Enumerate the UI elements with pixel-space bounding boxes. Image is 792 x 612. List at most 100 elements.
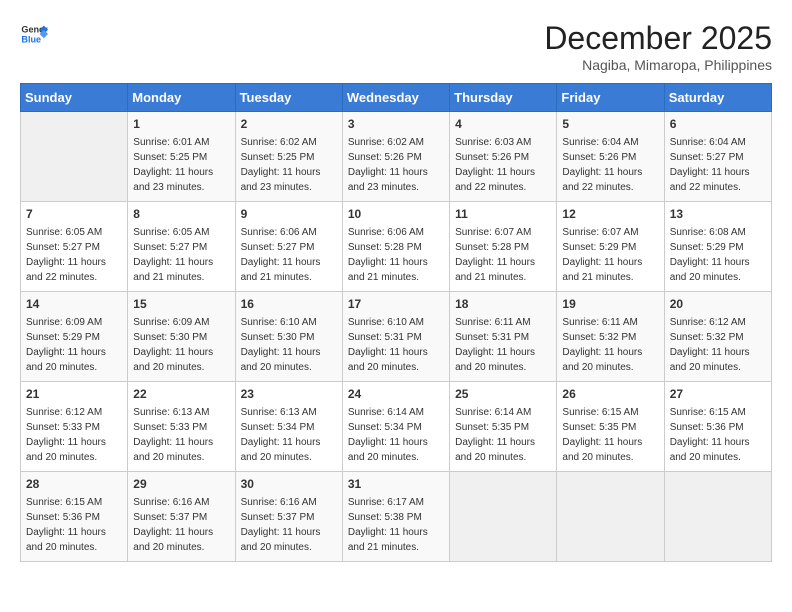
day-number: 14 xyxy=(26,296,122,313)
day-info: Sunrise: 6:11 AM Sunset: 5:32 PM Dayligh… xyxy=(562,317,642,373)
day-info: Sunrise: 6:08 AM Sunset: 5:29 PM Dayligh… xyxy=(670,227,750,283)
calendar-cell: 25 Sunrise: 6:14 AM Sunset: 5:35 PM Dayli… xyxy=(450,382,557,472)
calendar-cell: 27Sunrise: 6:15 AM Sunset: 5:36 PM Dayli… xyxy=(664,382,771,472)
calendar-cell: 9Sunrise: 6:06 AM Sunset: 5:27 PM Daylig… xyxy=(235,202,342,292)
calendar-cell: 8 Sunrise: 6:05 AM Sunset: 5:27 PM Daylig… xyxy=(128,202,235,292)
calendar-cell: 20 Sunrise: 6:12 AM Sunset: 5:32 PM Dayli… xyxy=(664,292,771,382)
calendar-cell: 24 Sunrise: 6:14 AM Sunset: 5:34 PM Dayli… xyxy=(342,382,449,472)
day-info: Sunrise: 6:07 AM Sunset: 5:28 PM Dayligh… xyxy=(455,227,535,283)
weekday-header-thursday: Thursday xyxy=(450,84,557,112)
day-info: Sunrise: 6:16 AM Sunset: 5:37 PM Dayligh… xyxy=(241,497,321,553)
weekday-header-sunday: Sunday xyxy=(21,84,128,112)
day-info: Sunrise: 6:04 AM Sunset: 5:26 PM Dayligh… xyxy=(562,137,642,193)
calendar-cell: 18Sunrise: 6:11 AM Sunset: 5:31 PM Dayli… xyxy=(450,292,557,382)
calendar-cell: 29 Sunrise: 6:16 AM Sunset: 5:37 PM Dayli… xyxy=(128,472,235,562)
calendar-cell: 19 Sunrise: 6:11 AM Sunset: 5:32 PM Dayli… xyxy=(557,292,664,382)
calendar-cell: 10 Sunrise: 6:06 AM Sunset: 5:28 PM Dayli… xyxy=(342,202,449,292)
day-info: Sunrise: 6:09 AM Sunset: 5:30 PM Dayligh… xyxy=(133,317,213,373)
day-info: Sunrise: 6:05 AM Sunset: 5:27 PM Dayligh… xyxy=(133,227,213,283)
day-number: 16 xyxy=(241,296,337,313)
calendar-cell: 13 Sunrise: 6:08 AM Sunset: 5:29 PM Dayli… xyxy=(664,202,771,292)
day-info: Sunrise: 6:10 AM Sunset: 5:31 PM Dayligh… xyxy=(348,317,428,373)
day-number: 13 xyxy=(670,206,766,223)
calendar-cell: 12 Sunrise: 6:07 AM Sunset: 5:29 PM Dayli… xyxy=(557,202,664,292)
day-info: Sunrise: 6:13 AM Sunset: 5:33 PM Dayligh… xyxy=(133,407,213,463)
day-number: 25 xyxy=(455,386,551,403)
calendar-cell: 31 Sunrise: 6:17 AM Sunset: 5:38 PM Dayli… xyxy=(342,472,449,562)
calendar-cell: 28Sunrise: 6:15 AM Sunset: 5:36 PM Dayli… xyxy=(21,472,128,562)
calendar-cell: 21 Sunrise: 6:12 AM Sunset: 5:33 PM Dayli… xyxy=(21,382,128,472)
day-info: Sunrise: 6:04 AM Sunset: 5:27 PM Dayligh… xyxy=(670,137,750,193)
day-info: Sunrise: 6:16 AM Sunset: 5:37 PM Dayligh… xyxy=(133,497,213,553)
day-number: 17 xyxy=(348,296,444,313)
day-number: 7 xyxy=(26,206,122,223)
calendar-cell: 30Sunrise: 6:16 AM Sunset: 5:37 PM Dayli… xyxy=(235,472,342,562)
day-number: 23 xyxy=(241,386,337,403)
calendar-week-row: 28Sunrise: 6:15 AM Sunset: 5:36 PM Dayli… xyxy=(21,472,772,562)
day-number: 12 xyxy=(562,206,658,223)
calendar-cell: 15 Sunrise: 6:09 AM Sunset: 5:30 PM Dayli… xyxy=(128,292,235,382)
weekday-header-wednesday: Wednesday xyxy=(342,84,449,112)
day-info: Sunrise: 6:10 AM Sunset: 5:30 PM Dayligh… xyxy=(241,317,321,373)
day-number: 6 xyxy=(670,116,766,133)
calendar-cell: 26Sunrise: 6:15 AM Sunset: 5:35 PM Dayli… xyxy=(557,382,664,472)
logo: General Blue xyxy=(20,20,48,48)
calendar-cell: 3Sunrise: 6:02 AM Sunset: 5:26 PM Daylig… xyxy=(342,112,449,202)
day-number: 15 xyxy=(133,296,229,313)
title-section: December 2025 Nagiba, Mimaropa, Philippi… xyxy=(544,20,772,73)
calendar-cell xyxy=(664,472,771,562)
calendar-table: SundayMondayTuesdayWednesdayThursdayFrid… xyxy=(20,83,772,562)
day-number: 1 xyxy=(133,116,229,133)
calendar-cell: 2Sunrise: 6:02 AM Sunset: 5:25 PM Daylig… xyxy=(235,112,342,202)
day-info: Sunrise: 6:13 AM Sunset: 5:34 PM Dayligh… xyxy=(241,407,321,463)
day-info: Sunrise: 6:02 AM Sunset: 5:26 PM Dayligh… xyxy=(348,137,428,193)
calendar-cell: 7 Sunrise: 6:05 AM Sunset: 5:27 PM Daylig… xyxy=(21,202,128,292)
calendar-week-row: 21 Sunrise: 6:12 AM Sunset: 5:33 PM Dayli… xyxy=(21,382,772,472)
day-info: Sunrise: 6:12 AM Sunset: 5:33 PM Dayligh… xyxy=(26,407,106,463)
day-number: 26 xyxy=(562,386,658,403)
day-info: Sunrise: 6:12 AM Sunset: 5:32 PM Dayligh… xyxy=(670,317,750,373)
page-header: General Blue December 2025 Nagiba, Mimar… xyxy=(20,20,772,73)
day-number: 8 xyxy=(133,206,229,223)
day-number: 18 xyxy=(455,296,551,313)
day-info: Sunrise: 6:07 AM Sunset: 5:29 PM Dayligh… xyxy=(562,227,642,283)
calendar-cell: 23 Sunrise: 6:13 AM Sunset: 5:34 PM Dayli… xyxy=(235,382,342,472)
day-info: Sunrise: 6:17 AM Sunset: 5:38 PM Dayligh… xyxy=(348,497,428,553)
day-info: Sunrise: 6:14 AM Sunset: 5:34 PM Dayligh… xyxy=(348,407,428,463)
day-number: 31 xyxy=(348,476,444,493)
weekday-header-monday: Monday xyxy=(128,84,235,112)
calendar-week-row: 1 Sunrise: 6:01 AM Sunset: 5:25 PM Daylig… xyxy=(21,112,772,202)
calendar-cell: 17 Sunrise: 6:10 AM Sunset: 5:31 PM Dayli… xyxy=(342,292,449,382)
day-number: 2 xyxy=(241,116,337,133)
calendar-cell: 5 Sunrise: 6:04 AM Sunset: 5:26 PM Daylig… xyxy=(557,112,664,202)
weekday-header-saturday: Saturday xyxy=(664,84,771,112)
day-info: Sunrise: 6:01 AM Sunset: 5:25 PM Dayligh… xyxy=(133,137,213,193)
day-info: Sunrise: 6:14 AM Sunset: 5:35 PM Dayligh… xyxy=(455,407,535,463)
day-number: 9 xyxy=(241,206,337,223)
calendar-header-row: SundayMondayTuesdayWednesdayThursdayFrid… xyxy=(21,84,772,112)
day-info: Sunrise: 6:06 AM Sunset: 5:28 PM Dayligh… xyxy=(348,227,428,283)
calendar-cell: 14Sunrise: 6:09 AM Sunset: 5:29 PM Dayli… xyxy=(21,292,128,382)
day-number: 21 xyxy=(26,386,122,403)
day-info: Sunrise: 6:03 AM Sunset: 5:26 PM Dayligh… xyxy=(455,137,535,193)
calendar-cell: 6 Sunrise: 6:04 AM Sunset: 5:27 PM Daylig… xyxy=(664,112,771,202)
day-number: 22 xyxy=(133,386,229,403)
weekday-header-tuesday: Tuesday xyxy=(235,84,342,112)
day-info: Sunrise: 6:15 AM Sunset: 5:36 PM Dayligh… xyxy=(26,497,106,553)
day-number: 10 xyxy=(348,206,444,223)
day-number: 4 xyxy=(455,116,551,133)
day-number: 24 xyxy=(348,386,444,403)
weekday-header-friday: Friday xyxy=(557,84,664,112)
calendar-cell xyxy=(557,472,664,562)
calendar-cell: 11 Sunrise: 6:07 AM Sunset: 5:28 PM Dayli… xyxy=(450,202,557,292)
day-info: Sunrise: 6:05 AM Sunset: 5:27 PM Dayligh… xyxy=(26,227,106,283)
day-number: 11 xyxy=(455,206,551,223)
calendar-cell: 16 Sunrise: 6:10 AM Sunset: 5:30 PM Dayli… xyxy=(235,292,342,382)
day-number: 19 xyxy=(562,296,658,313)
day-number: 20 xyxy=(670,296,766,313)
day-number: 5 xyxy=(562,116,658,133)
calendar-cell xyxy=(21,112,128,202)
calendar-cell: 22 Sunrise: 6:13 AM Sunset: 5:33 PM Dayli… xyxy=(128,382,235,472)
day-number: 29 xyxy=(133,476,229,493)
calendar-cell: 1 Sunrise: 6:01 AM Sunset: 5:25 PM Daylig… xyxy=(128,112,235,202)
